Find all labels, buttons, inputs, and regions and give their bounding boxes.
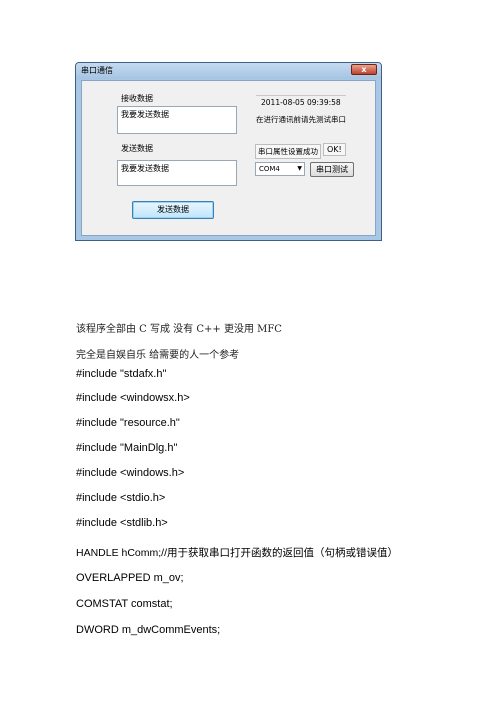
- code-line: #include "MainDlg.h": [76, 442, 178, 454]
- port-status-text: 串口属性设置成功: [255, 144, 321, 159]
- port-test-button[interactable]: 串口测试: [310, 162, 354, 177]
- chevron-down-icon: ▼: [297, 165, 302, 172]
- doc-line-intro-1: 该程序全部由 C 写成 没有 C++ 更没用 MFC: [76, 324, 282, 335]
- dialog-title: 串口通信: [81, 66, 113, 75]
- close-icon: x: [361, 65, 367, 74]
- receive-data-label: 接收数据: [121, 94, 153, 103]
- hint-text: 在进行通讯前请先测试串口: [256, 115, 346, 124]
- code-line: OVERLAPPED m_ov;: [76, 572, 184, 584]
- serial-dialog-window: 串口通信 x 接收数据 我要发送数据 发送数据 我要发送数据 发送数据 2011…: [75, 62, 382, 241]
- code-line: COMSTAT comstat;: [76, 598, 173, 610]
- send-data-button-label: 发送数据: [157, 205, 189, 214]
- code-line: #include <stdio.h>: [76, 492, 166, 504]
- ok-status-badge: OK!: [323, 143, 346, 156]
- code-line: #include <stdlib.h>: [76, 517, 168, 529]
- close-button[interactable]: x: [351, 64, 377, 75]
- code-line: DWORD m_dwCommEvents;: [76, 624, 221, 636]
- send-data-text: 我要发送数据: [121, 164, 169, 173]
- receive-data-field[interactable]: 我要发送数据: [117, 106, 237, 134]
- code-line: #include "stdafx.h": [76, 368, 167, 380]
- com-port-select[interactable]: COM4 ▼: [255, 162, 305, 176]
- dialog-client-area: 接收数据 我要发送数据 发送数据 我要发送数据 发送数据 2011-08-05 …: [81, 80, 376, 236]
- datetime-display: 2011-08-05 09:39:58: [261, 98, 341, 107]
- send-data-label: 发送数据: [121, 144, 153, 153]
- com-port-selected-value: COM4: [259, 165, 280, 173]
- code-line: #include <windowsx.h>: [76, 392, 190, 404]
- receive-data-text: 我要发送数据: [121, 110, 169, 119]
- doc-line-intro-2: 完全是自娱自乐 给需要的人一个参考: [76, 350, 240, 361]
- code-line: #include <windows.h>: [76, 467, 185, 479]
- send-data-button[interactable]: 发送数据: [132, 201, 214, 219]
- code-line: #include "resource.h": [76, 417, 180, 429]
- dialog-titlebar: 串口通信 x: [76, 63, 381, 79]
- port-test-button-label: 串口测试: [316, 165, 348, 174]
- send-data-field[interactable]: 我要发送数据: [117, 160, 237, 186]
- datetime-separator: [256, 95, 346, 96]
- code-line-handle: HANDLE hComm;//用于获取串口打开函数的返回值（句柄或错误值）: [76, 547, 399, 559]
